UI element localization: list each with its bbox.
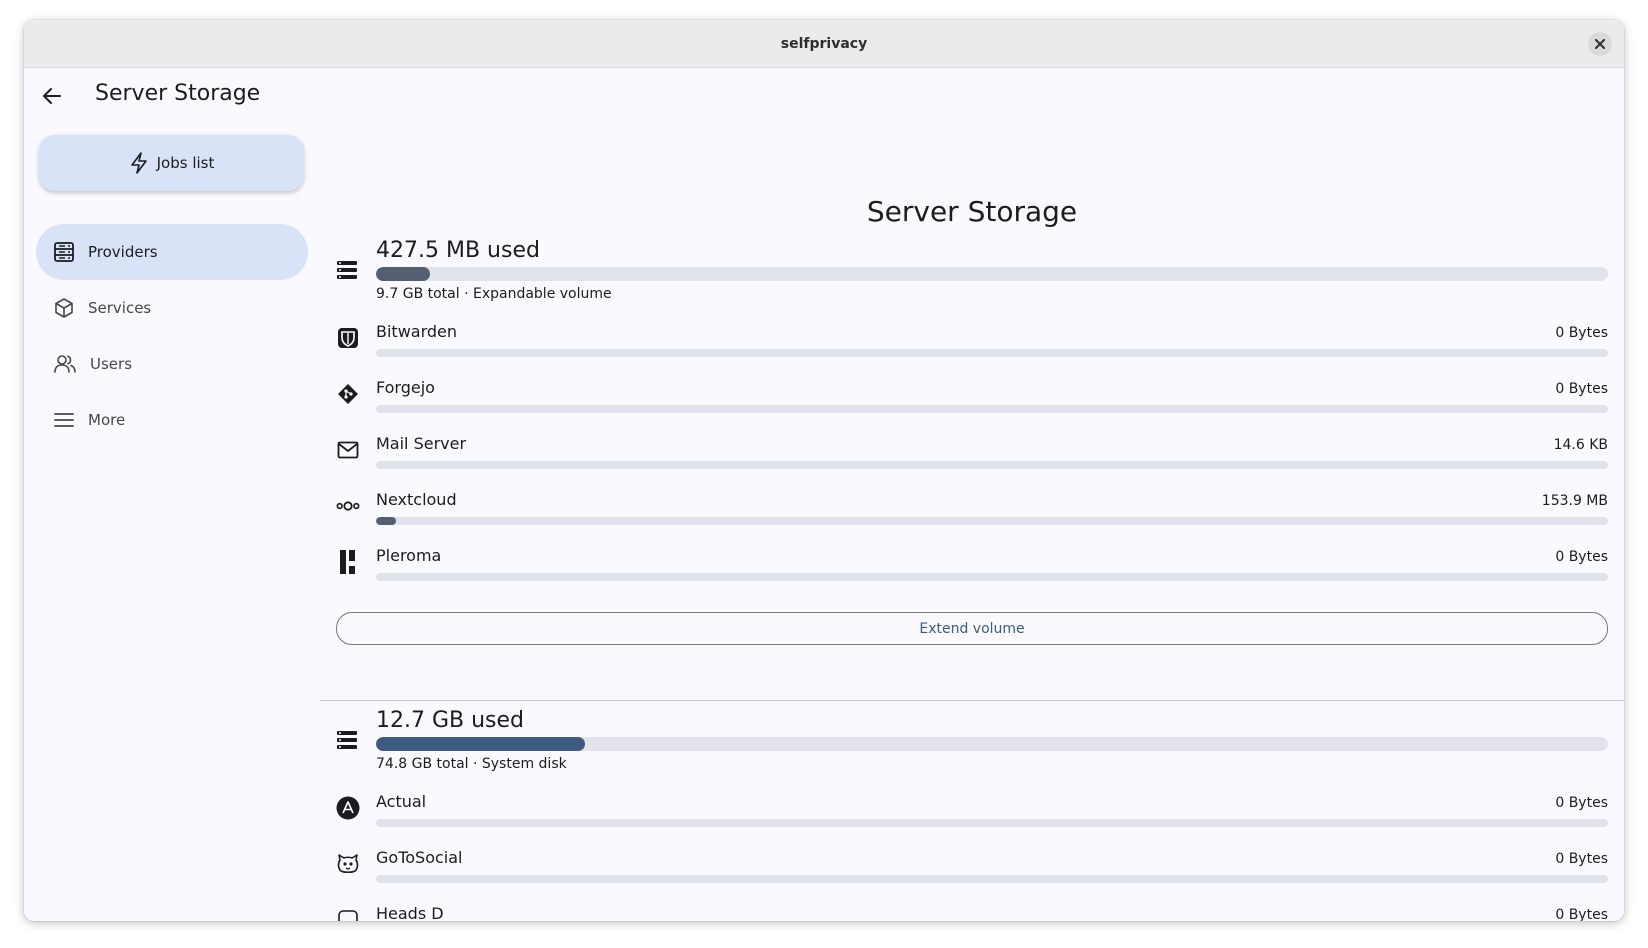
- sidebar-item-label: More: [88, 411, 126, 429]
- service-name: Mail Server: [376, 434, 467, 453]
- bitwarden-icon: [336, 326, 360, 350]
- service-usage-bar: [376, 349, 1608, 357]
- volume-card: 427.5 MB used 9.7 GB total · Expandable …: [336, 236, 1608, 645]
- volume-card: 12.7 GB used 74.8 GB total · System disk…: [336, 706, 1608, 921]
- volume-header: 427.5 MB used 9.7 GB total · Expandable …: [336, 236, 1608, 316]
- back-button[interactable]: [38, 82, 66, 110]
- nextcloud-icon: [336, 494, 360, 518]
- forgejo-icon: [336, 382, 360, 406]
- main-content[interactable]: Server Storage 427.5 MB used 9.7 GB tota…: [320, 124, 1624, 921]
- close-button[interactable]: [1588, 32, 1612, 56]
- storage-icon: [337, 731, 357, 749]
- arrow-back-icon: [43, 88, 61, 104]
- service-size: 0 Bytes: [1555, 851, 1608, 867]
- jobs-list-button[interactable]: Jobs list: [39, 135, 304, 191]
- close-icon: [1595, 39, 1605, 49]
- gotosocial-icon: [336, 852, 360, 876]
- service-row: Forgejo 0 Bytes: [336, 372, 1608, 428]
- service-usage-bar: [376, 461, 1608, 469]
- sidebar-item-label: Users: [90, 355, 133, 373]
- menu-icon: [54, 413, 74, 427]
- content-title: Server Storage: [866, 195, 1078, 228]
- page-title: Server Storage: [95, 81, 261, 106]
- volume-used-text: 427.5 MB used: [376, 238, 540, 263]
- service-name: Pleroma: [376, 546, 442, 565]
- window-title: selfprivacy: [780, 35, 868, 52]
- volume-usage-fill: [376, 737, 586, 751]
- service-size: 0 Bytes: [1555, 381, 1608, 397]
- service-name: Heads D: [376, 904, 444, 921]
- extend-volume-button[interactable]: Extend volume: [336, 612, 1608, 645]
- mail-icon: [336, 438, 360, 462]
- service-size: 153.9 MB: [1541, 493, 1608, 509]
- pleroma-icon: [336, 550, 360, 574]
- users-icon: [54, 355, 76, 373]
- service-row: GoToSocial 0 Bytes: [336, 842, 1608, 898]
- service-size: 0 Bytes: [1555, 325, 1608, 341]
- service-name: Nextcloud: [376, 490, 457, 509]
- cube-icon: [55, 298, 73, 318]
- service-row: Nextcloud 153.9 MB: [336, 484, 1608, 540]
- lightning-icon: [130, 152, 147, 174]
- sidebar-item-services[interactable]: Services: [36, 280, 308, 336]
- service-usage-bar: [376, 405, 1608, 413]
- divider: [320, 700, 1624, 701]
- service-size: 0 Bytes: [1555, 795, 1608, 811]
- volume-usage-bar: [376, 267, 1608, 281]
- service-usage-bar: [376, 875, 1608, 883]
- service-usage-bar: [376, 517, 1608, 525]
- service-size: 0 Bytes: [1555, 549, 1608, 565]
- service-row: Mail Server 14.6 KB: [336, 428, 1608, 484]
- app-window: selfprivacy Server Storage Jobs list Pro…: [24, 20, 1624, 921]
- volume-subtitle: 9.7 GB total · Expandable volume: [376, 286, 612, 302]
- service-row: Pleroma 0 Bytes: [336, 540, 1608, 596]
- jobs-list-label: Jobs list: [156, 154, 215, 172]
- service-usage-fill: [376, 517, 396, 525]
- volume-usage-bar: [376, 737, 1608, 751]
- app-bar: Server Storage: [24, 68, 1624, 124]
- service-size: 14.6 KB: [1553, 437, 1608, 453]
- sidebar-item-label: Providers: [88, 243, 158, 261]
- volume-used-text: 12.7 GB used: [376, 708, 525, 733]
- service-name: Forgejo: [376, 378, 435, 397]
- actual-icon: [336, 796, 360, 820]
- server-icon: [54, 242, 74, 262]
- volume-usage-fill: [376, 267, 431, 281]
- sidebar-item-more[interactable]: More: [36, 392, 308, 448]
- sidebar-item-label: Services: [88, 299, 152, 317]
- volume-header: 12.7 GB used 74.8 GB total · System disk: [336, 706, 1608, 786]
- storage-icon: [337, 261, 357, 279]
- service-usage-bar: [376, 573, 1608, 581]
- service-name: Bitwarden: [376, 322, 458, 341]
- service-name: Actual: [376, 792, 427, 811]
- title-bar: selfprivacy: [24, 20, 1624, 68]
- service-name: GoToSocial: [376, 848, 463, 867]
- volume-subtitle: 74.8 GB total · System disk: [376, 756, 567, 772]
- service-usage-bar: [376, 819, 1608, 827]
- sidebar-item-users[interactable]: Users: [36, 336, 308, 392]
- service-size: 0 Bytes: [1555, 907, 1608, 921]
- service-row: Actual 0 Bytes: [336, 786, 1608, 842]
- service-row: Heads D 0 Bytes: [336, 898, 1608, 921]
- sidebar-item-providers[interactable]: Providers: [36, 224, 308, 280]
- sidebar-nav: Providers Services Users More: [36, 224, 308, 448]
- service-row: Bitwarden 0 Bytes: [336, 316, 1608, 372]
- service-icon: [336, 908, 360, 921]
